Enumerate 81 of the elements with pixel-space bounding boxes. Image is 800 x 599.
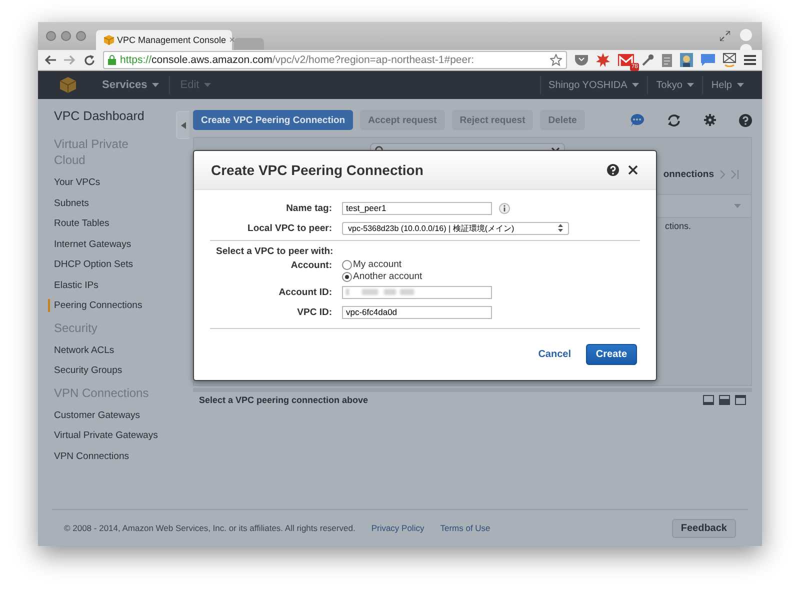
info-icon[interactable] bbox=[499, 202, 510, 214]
pagination-text: onnections bbox=[663, 169, 714, 180]
caret-icon[interactable] bbox=[152, 83, 160, 87]
close-icon[interactable] bbox=[628, 165, 638, 175]
sidebar-item[interactable]: Route Tables bbox=[48, 217, 176, 230]
sidebar-item[interactable]: VPN Connections bbox=[48, 450, 176, 462]
copyright-text: © 2008 - 2014, Amazon Web Services, Inc. or its affiliates. All rights reserved. bbox=[64, 523, 356, 533]
nav-menu[interactable]: Tokyo bbox=[647, 76, 702, 94]
chat-icon[interactable] bbox=[630, 114, 644, 126]
text-field[interactable]: test_peer1 bbox=[342, 202, 492, 214]
key-icon[interactable] bbox=[642, 54, 654, 66]
sidebar-item[interactable]: DHCP Option Sets bbox=[48, 258, 176, 271]
field-label: Name tag: bbox=[285, 202, 332, 214]
layout-split-icon[interactable] bbox=[719, 395, 730, 405]
field-label: Account ID: bbox=[278, 286, 332, 298]
caret-icon[interactable] bbox=[737, 83, 744, 87]
cancel-link[interactable]: Cancel bbox=[538, 349, 571, 360]
fullscreen-icon[interactable] bbox=[720, 31, 730, 41]
star-icon[interactable] bbox=[550, 54, 562, 66]
details-message: Select a VPC peering connection above bbox=[199, 395, 368, 405]
text-field[interactable]: vpc-6fc4da0d bbox=[342, 306, 492, 318]
field-label: Local VPC to peer: bbox=[246, 222, 332, 234]
layout-top-icon[interactable] bbox=[735, 395, 746, 405]
section-label: Select a VPC to peer with: bbox=[216, 246, 334, 257]
reload-icon[interactable] bbox=[84, 54, 95, 66]
field-label: VPC ID: bbox=[296, 306, 332, 318]
caret-icon[interactable] bbox=[687, 83, 694, 87]
radio-button[interactable] bbox=[342, 260, 352, 270]
sidebar-item[interactable]: Your VPCs bbox=[48, 176, 176, 189]
footer-link[interactable]: Terms of Use bbox=[440, 523, 490, 533]
sidebar-item[interactable]: Subnets bbox=[48, 196, 176, 210]
refresh-icon[interactable] bbox=[667, 114, 681, 126]
nav-menu[interactable]: Help bbox=[702, 76, 752, 94]
dialog-title: Create VPC Peering Connection bbox=[211, 162, 424, 178]
field-label: Account: bbox=[290, 259, 332, 271]
empty-table-message: ctions. bbox=[664, 221, 691, 231]
stepper-icon[interactable] bbox=[558, 224, 563, 232]
section-heading: Virtual Private Cloud bbox=[54, 136, 130, 168]
browser-tab[interactable]: VPC Management Console × bbox=[96, 30, 232, 50]
collapse-tab[interactable] bbox=[176, 111, 189, 139]
url-text: https://console.aws.amazon.com/vpc/v2/home?region=ap-northeast-1#peer: bbox=[120, 54, 474, 66]
layout-bottom-icon[interactable] bbox=[703, 395, 714, 405]
section-heading: Security bbox=[54, 320, 98, 336]
tab-title: VPC Management Console bbox=[117, 35, 226, 45]
box-icon[interactable] bbox=[723, 53, 736, 67]
help-icon[interactable] bbox=[607, 164, 619, 176]
address-bar[interactable]: https://console.aws.amazon.com/vpc/v2/home?region=ap-northeast-1#peer: bbox=[103, 51, 567, 69]
sidebar-title[interactable]: VPC Dashboard bbox=[54, 109, 176, 123]
sidebar-item[interactable]: Virtual Private Gateways bbox=[48, 429, 176, 442]
burst-icon[interactable] bbox=[596, 53, 610, 67]
shield-icon[interactable] bbox=[575, 54, 588, 66]
nav-menu[interactable]: Shingo YOSHIDA bbox=[540, 76, 648, 94]
cube-icon[interactable] bbox=[104, 35, 114, 45]
chat-icon[interactable] bbox=[701, 54, 715, 66]
sidebar-item[interactable]: Network ACLs bbox=[48, 344, 176, 356]
nav-menu[interactable]: Services bbox=[92, 76, 170, 94]
sidebar-item[interactable]: Customer Gateways bbox=[48, 408, 176, 422]
sidebar-item[interactable]: Security Groups bbox=[48, 364, 176, 377]
feedback-button[interactable]: Feedback bbox=[672, 518, 736, 538]
collapse-icon bbox=[180, 122, 186, 128]
text-field[interactable] bbox=[342, 286, 492, 298]
menu-icon[interactable] bbox=[744, 55, 756, 65]
create-button[interactable]: Create bbox=[586, 344, 637, 365]
radio-option[interactable]: Another account bbox=[342, 271, 422, 282]
sidebar-item[interactable]: Elastic IPs bbox=[48, 278, 176, 292]
sidebar-item[interactable]: Peering Connections bbox=[48, 299, 176, 312]
portrait-icon[interactable] bbox=[680, 53, 693, 67]
vpc-dropdown[interactable]: vpc-5368d23b (10.0.0.0/16) | 検証環境(メイン) bbox=[342, 222, 569, 234]
caret-icon[interactable] bbox=[632, 83, 640, 87]
footer-link[interactable]: Privacy Policy bbox=[371, 523, 424, 533]
settings-icon[interactable] bbox=[704, 114, 716, 126]
section-heading: VPN Connections bbox=[54, 384, 150, 400]
document-icon[interactable] bbox=[662, 54, 672, 66]
sidebar-item[interactable]: Internet Gateways bbox=[48, 238, 176, 250]
help-icon[interactable] bbox=[739, 114, 752, 126]
lock-icon[interactable] bbox=[108, 55, 116, 65]
back-icon[interactable] bbox=[44, 55, 56, 65]
radio-button[interactable] bbox=[342, 272, 352, 282]
cube-icon[interactable] bbox=[60, 77, 76, 93]
toolbar-button[interactable]: Create VPC Peering Connection bbox=[193, 110, 354, 130]
radio-option[interactable]: My account bbox=[342, 259, 422, 270]
